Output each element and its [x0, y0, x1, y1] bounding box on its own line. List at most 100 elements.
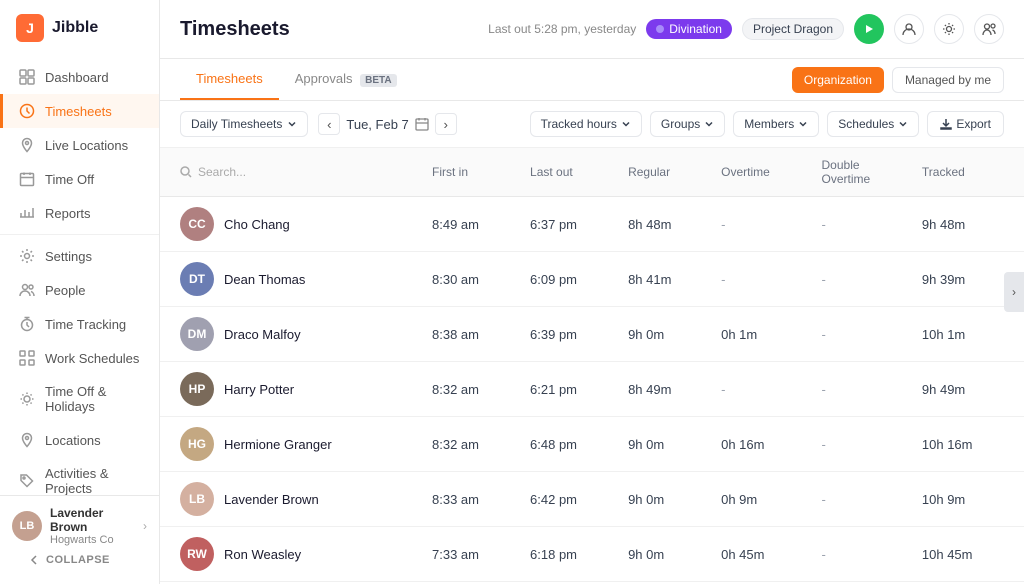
cell-double-overtime-2: -: [810, 307, 910, 362]
search-icon: [180, 166, 192, 178]
sidebar-item-locations[interactable]: Locations: [0, 423, 159, 457]
current-date: Tue, Feb 7: [346, 117, 408, 132]
collapse-icon: [28, 554, 40, 566]
org-button[interactable]: Organization: [792, 67, 884, 93]
sidebar-item-people[interactable]: People: [0, 273, 159, 307]
bar-chart-icon: [19, 205, 35, 221]
th-overtime: Overtime: [709, 148, 809, 197]
table-row[interactable]: HG Hermione Granger 8:32 am 6:48 pm 9h 0…: [160, 417, 1024, 472]
table-row[interactable]: DM Draco Malfoy 8:38 am 6:39 pm 9h 0m 0h…: [160, 307, 1024, 362]
cell-double-overtime-1: -: [810, 252, 910, 307]
calendar-icon[interactable]: [415, 117, 429, 131]
view-label: Daily Timesheets: [191, 117, 282, 131]
sidebar-item-activities-projects[interactable]: Activities & Projects: [0, 457, 159, 495]
table-row[interactable]: RW Ron Weasley 7:33 am 6:18 pm 9h 0m 0h …: [160, 527, 1024, 582]
sidebar-item-time-off[interactable]: Time Off: [0, 162, 159, 196]
view-chevron-icon: [287, 119, 297, 129]
person-name-5: Lavender Brown: [224, 492, 319, 507]
avatar-3: HP: [180, 372, 214, 406]
dragon-badge[interactable]: Project Dragon: [742, 18, 844, 40]
sidebar-item-time-tracking[interactable]: Time Tracking: [0, 307, 159, 341]
play-dot-icon: [656, 25, 664, 33]
cell-overtime-4: 0h 16m: [709, 417, 809, 472]
sidebar: J Jibble Dashboard Timesheets Live Locat…: [0, 0, 160, 584]
cell-overtime-2: 0h 1m: [709, 307, 809, 362]
view-dropdown[interactable]: Daily Timesheets: [180, 111, 308, 137]
settings-icon: [19, 248, 35, 264]
prev-date-button[interactable]: ‹: [318, 113, 340, 135]
divination-label: Divination: [669, 22, 722, 36]
cell-last-out-0: 6:37 pm: [518, 197, 616, 252]
person-name-2: Draco Malfoy: [224, 327, 301, 342]
date-navigator: ‹ Tue, Feb 7 ›: [318, 113, 456, 135]
cell-name-3: HP Harry Potter: [160, 362, 420, 417]
user-chevron-icon: ›: [143, 519, 147, 533]
cell-double-overtime-0: -: [810, 197, 910, 252]
cell-double-overtime-5: -: [810, 472, 910, 527]
sidebar-item-live-locations[interactable]: Live Locations: [0, 128, 159, 162]
cell-regular-3: 8h 49m: [616, 362, 709, 417]
tab-approvals[interactable]: Approvals BETA: [279, 59, 413, 100]
collapse-label: COLLAPSE: [46, 554, 110, 566]
sidebar-nav: Dashboard Timesheets Live Locations Time…: [0, 56, 159, 495]
sidebar-item-time-off-holidays[interactable]: Time Off & Holidays: [0, 375, 159, 423]
settings-button[interactable]: [934, 14, 964, 44]
view-toggle: Organization Managed by me: [792, 67, 1004, 93]
avatar-1: DT: [180, 262, 214, 296]
members-label: Members: [744, 117, 794, 131]
tabs-bar: Timesheets Approvals BETA Organization M…: [160, 59, 1024, 101]
dragon-label: Project Dragon: [753, 22, 833, 36]
sidebar-label-time-tracking: Time Tracking: [45, 317, 126, 332]
tracked-chevron-icon: [621, 119, 631, 129]
cell-first-in-4: 8:32 am: [420, 417, 518, 472]
person-name-0: Cho Chang: [224, 217, 290, 232]
sidebar-item-timesheets[interactable]: Timesheets: [0, 94, 159, 128]
sidebar-label-settings: Settings: [45, 249, 92, 264]
tracked-hours-label: Tracked hours: [541, 117, 617, 131]
profile-button[interactable]: [894, 14, 924, 44]
sidebar-item-reports[interactable]: Reports: [0, 196, 159, 230]
cell-last-out-4: 6:48 pm: [518, 417, 616, 472]
toolbar-right: Tracked hours Groups Members Schedules E…: [530, 111, 1004, 137]
collapse-button[interactable]: COLLAPSE: [12, 546, 147, 574]
main-content: Timesheets Last out 5:28 pm, yesterday D…: [160, 0, 1024, 584]
table-row[interactable]: DT Dean Thomas 8:30 am 6:09 pm 8h 41m - …: [160, 252, 1024, 307]
users-header-button[interactable]: [974, 14, 1004, 44]
cell-first-in-3: 8:32 am: [420, 362, 518, 417]
sidebar-item-dashboard[interactable]: Dashboard: [0, 60, 159, 94]
cell-regular-4: 9h 0m: [616, 417, 709, 472]
divination-badge[interactable]: Divination: [646, 19, 732, 39]
tab-timesheets[interactable]: Timesheets: [180, 59, 279, 100]
groups-label: Groups: [661, 117, 700, 131]
search-placeholder[interactable]: Search...: [198, 165, 246, 179]
play-button[interactable]: [854, 14, 884, 44]
table-row[interactable]: CC Cho Chang 8:49 am 6:37 pm 8h 48m - - …: [160, 197, 1024, 252]
managed-button[interactable]: Managed by me: [892, 67, 1004, 93]
schedules-filter[interactable]: Schedules: [827, 111, 919, 137]
sidebar-item-settings[interactable]: Settings: [0, 239, 159, 273]
table-row[interactable]: HP Harry Potter 8:32 am 6:21 pm 8h 49m -…: [160, 362, 1024, 417]
cell-name-2: DM Draco Malfoy: [160, 307, 420, 362]
cell-regular-5: 9h 0m: [616, 472, 709, 527]
right-collapse-toggle[interactable]: ›: [1004, 272, 1024, 312]
sidebar-label-locations: Locations: [45, 433, 101, 448]
user-avatar: LB: [12, 511, 42, 541]
sidebar-label-time-off-holidays: Time Off & Holidays: [45, 384, 143, 414]
th-first-in: First in: [420, 148, 518, 197]
members-chevron-icon: [798, 119, 808, 129]
table-row[interactable]: LB Lavender Brown 8:33 am 6:42 pm 9h 0m …: [160, 472, 1024, 527]
cell-overtime-3: -: [709, 362, 809, 417]
th-search: Search...: [160, 148, 420, 197]
tag-icon: [19, 473, 35, 489]
sidebar-item-work-schedules[interactable]: Work Schedules: [0, 341, 159, 375]
next-date-button[interactable]: ›: [435, 113, 457, 135]
tracked-hours-filter[interactable]: Tracked hours: [530, 111, 642, 137]
export-button[interactable]: Export: [927, 111, 1004, 137]
grid-icon: [19, 69, 35, 85]
cell-regular-1: 8h 41m: [616, 252, 709, 307]
sidebar-label-activities: Activities & Projects: [45, 466, 143, 495]
groups-filter[interactable]: Groups: [650, 111, 725, 137]
sun-icon: [19, 391, 35, 407]
members-filter[interactable]: Members: [733, 111, 819, 137]
user-info[interactable]: LB Lavender Brown Hogwarts Co ›: [12, 506, 147, 546]
